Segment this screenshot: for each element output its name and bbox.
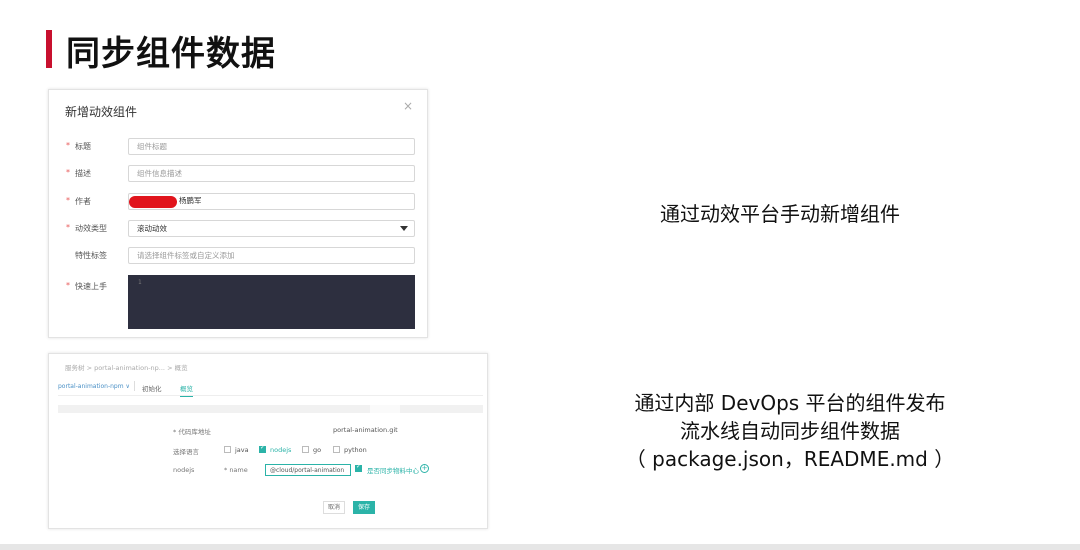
- python-checkbox[interactable]: [333, 446, 340, 453]
- title-field-row: * 标题 组件标题: [49, 138, 429, 156]
- required-mark: *: [66, 196, 70, 205]
- chevron-down-icon: [400, 226, 408, 231]
- author-input[interactable]: 杨鹏军: [128, 193, 415, 210]
- required-mark: *: [66, 168, 70, 177]
- desc-field-row: * 描述 组件信息描述: [49, 165, 429, 183]
- author-value: 杨鹏军: [179, 196, 202, 205]
- required-mark: *: [66, 223, 70, 232]
- tags-field-row: 特性标签 请选择组件标签或自定义添加: [49, 247, 429, 265]
- breadcrumb: 服务树 > portal-animation-np... > 概览: [65, 364, 188, 372]
- go-checkbox[interactable]: [302, 446, 309, 453]
- go-option-label: go: [313, 446, 322, 454]
- type-select-value: 滚动动效: [137, 224, 167, 233]
- cancel-button[interactable]: 取消: [323, 501, 345, 514]
- java-checkbox[interactable]: [224, 446, 231, 453]
- nodejs-section-label: nodejs: [173, 466, 195, 474]
- author-field-label: 作者: [75, 197, 91, 206]
- desc-input[interactable]: 组件信息描述: [128, 165, 415, 182]
- type-field-row: * 动效类型 滚动动效: [49, 220, 429, 238]
- language-label: 选择语言: [173, 448, 199, 456]
- tab-overview[interactable]: 概览: [180, 383, 193, 397]
- quickstart-field-label: 快速上手: [75, 282, 107, 291]
- title-input[interactable]: 组件标题: [128, 138, 415, 155]
- branch-selector[interactable]: portal-animation-npm ∨: [58, 383, 130, 390]
- info-band-segment: [370, 405, 400, 413]
- info-band: [58, 405, 483, 413]
- tab-init[interactable]: 初始化: [142, 383, 162, 393]
- repo-value: portal-animation.git: [333, 426, 398, 434]
- nodejs-checkbox[interactable]: [259, 444, 266, 453]
- title-accent-bar: [46, 30, 52, 68]
- save-button[interactable]: 保存: [353, 501, 375, 514]
- tab-bar: portal-animation-npm ∨ 初始化 概览: [58, 380, 483, 397]
- caption-devops-line1: 通过内部 DevOps 平台的组件发布: [634, 391, 946, 415]
- caption-devops-line3: （ package.json，README.md ）: [625, 447, 955, 471]
- title-field-label: 标题: [75, 142, 91, 151]
- type-field-label: 动效类型: [75, 224, 107, 233]
- type-select[interactable]: 滚动动效: [128, 220, 415, 237]
- caption-manual: 通过动效平台手动新增组件: [660, 202, 900, 226]
- devops-form-screenshot: 服务树 > portal-animation-np... > 概览 portal…: [48, 353, 488, 529]
- redaction-mark: [129, 196, 177, 208]
- dialog-title: 新增动效组件: [65, 105, 138, 119]
- add-circle-icon[interactable]: +: [420, 464, 429, 473]
- code-line-number: 1: [138, 279, 142, 286]
- close-icon[interactable]: ×: [403, 99, 413, 113]
- tab-divider: [134, 381, 135, 391]
- java-option-label: java: [235, 446, 249, 454]
- nodejs-option-label: nodejs: [270, 446, 292, 454]
- sync-material-label: 是否同步物料中心: [367, 467, 419, 475]
- author-field-row: * 作者 杨鹏军: [49, 193, 429, 211]
- slide-title: 同步组件数据: [66, 34, 276, 74]
- add-component-dialog-screenshot: 新增动效组件 × * 标题 组件标题 * 描述 组件信息描述 * 作者 杨鹏军 …: [48, 89, 428, 338]
- quickstart-code-editor[interactable]: 1: [128, 275, 415, 329]
- desc-field-label: 描述: [75, 169, 91, 178]
- tags-field-label: 特性标签: [75, 251, 107, 260]
- python-option-label: python: [344, 446, 367, 454]
- package-name-input[interactable]: @cloud/portal-animation: [265, 464, 351, 476]
- name-label: * name: [224, 466, 248, 474]
- sync-material-checkbox[interactable]: [355, 463, 362, 472]
- required-mark: *: [66, 281, 70, 290]
- tags-input[interactable]: 请选择组件标签或自定义添加: [128, 247, 415, 264]
- repo-label: * 代码库地址: [173, 428, 211, 436]
- caption-devops-line2: 流水线自动同步组件数据: [680, 419, 900, 443]
- bottom-band: [0, 544, 1080, 550]
- required-mark: *: [66, 141, 70, 150]
